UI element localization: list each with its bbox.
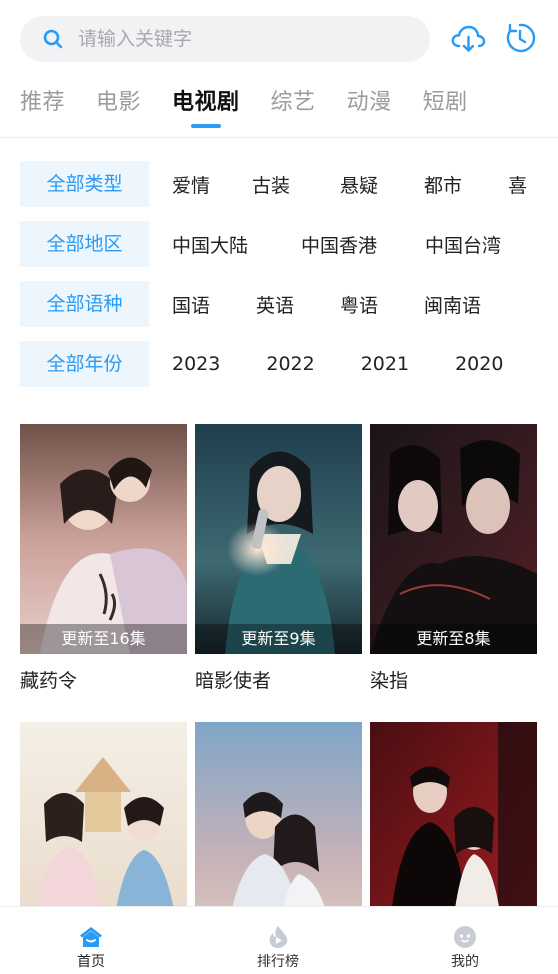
filter-option[interactable]: 闽南语 (424, 291, 481, 318)
filter-all-language[interactable]: 全部语种 (20, 281, 149, 327)
nav-label: 首页 (77, 954, 105, 970)
tab-label: 综艺 (270, 90, 316, 115)
filter-row-type: 全部类型 爱情 古装 悬疑 都市 喜 (20, 161, 558, 207)
filter-row-language: 全部语种 国语 英语 粤语 闽南语 (20, 281, 558, 327)
tab-label: 电视剧 (172, 90, 240, 115)
profile-icon (454, 926, 476, 948)
tab-label: 电影 (96, 90, 142, 115)
tabs-divider (0, 137, 558, 138)
filter-option[interactable]: 2022 (266, 353, 314, 375)
series-title: 染指 (370, 670, 409, 692)
filter-option[interactable]: 中国台湾 (425, 231, 501, 258)
channel-tabs: 推荐 电影 电视剧 综艺 动漫 短剧 (20, 84, 499, 134)
tab-variety[interactable]: 综艺 (271, 84, 316, 124)
filter-option[interactable]: 中国香港 (301, 231, 377, 258)
filter-option[interactable]: 2021 (361, 353, 409, 375)
series-card[interactable]: 更新至8集 染指 (370, 424, 537, 693)
tab-label: 动漫 (346, 90, 392, 115)
poster-image: 更新至16集 (20, 424, 187, 654)
filter-option[interactable]: 2023 (172, 353, 220, 375)
series-title: 藏药令 (20, 670, 78, 692)
filter-option[interactable]: 悬疑 (340, 171, 378, 198)
ranking-icon (269, 926, 288, 948)
poster-image: 更新至9集 (195, 424, 362, 654)
tab-tv-series[interactable]: 电视剧 (172, 84, 240, 128)
tab-short-drama[interactable]: 短剧 (423, 84, 468, 124)
tab-movie[interactable]: 电影 (96, 84, 141, 124)
home-icon (80, 927, 102, 947)
filter-option[interactable]: 国语 (172, 291, 210, 318)
filter-option[interactable]: 爱情 (172, 171, 210, 198)
series-card[interactable]: 更新至16集 藏药令 (20, 424, 187, 693)
filter-option[interactable]: 粤语 (340, 291, 378, 318)
search-input[interactable] (78, 16, 418, 62)
tab-recommend[interactable]: 推荐 (20, 84, 65, 124)
filter-row-region: 全部地区 中国大陆 中国香港 中国台湾 (20, 221, 558, 267)
filter-option[interactable]: 喜 (508, 171, 527, 198)
history-icon[interactable] (502, 20, 538, 56)
series-title: 暗影使者 (195, 670, 272, 692)
bottom-navigation: 首页 排行榜 我的 (0, 906, 558, 974)
filter-all-type[interactable]: 全部类型 (20, 161, 149, 207)
update-badge: 更新至9集 (195, 624, 362, 654)
filter-option[interactable]: 英语 (256, 291, 294, 318)
active-tab-indicator (190, 124, 221, 128)
search-bar[interactable] (20, 16, 430, 62)
filter-all-region[interactable]: 全部地区 (20, 221, 149, 267)
nav-label: 我的 (451, 954, 479, 970)
poster-image: 更新至8集 (370, 424, 537, 654)
update-badge: 更新至16集 (20, 624, 187, 654)
nav-profile[interactable]: 我的 (405, 907, 525, 974)
nav-home[interactable]: 首页 (31, 907, 151, 974)
nav-ranking[interactable]: 排行榜 (218, 907, 338, 974)
series-card[interactable]: 更新至9集 暗影使者 (195, 424, 362, 693)
nav-label: 排行榜 (257, 954, 299, 970)
top-bar (0, 0, 558, 72)
update-badge: 更新至8集 (370, 624, 537, 654)
filter-all-year[interactable]: 全部年份 (20, 341, 149, 387)
cloud-download-icon[interactable] (450, 20, 486, 56)
filter-option[interactable]: 古装 (252, 171, 290, 198)
tab-label: 推荐 (20, 90, 66, 115)
filter-row-year: 全部年份 2023 2022 2021 2020 (20, 341, 558, 387)
filter-option[interactable]: 都市 (424, 171, 462, 198)
search-icon (43, 29, 63, 49)
filter-option[interactable]: 中国大陆 (172, 231, 248, 258)
tab-label: 短剧 (422, 90, 468, 115)
filter-option[interactable]: 2020 (455, 353, 503, 375)
tab-anime[interactable]: 动漫 (347, 84, 392, 124)
filter-panel: 全部类型 爱情 古装 悬疑 都市 喜 全部地区 中国大陆 中国香港 中国台湾 全… (20, 161, 558, 401)
